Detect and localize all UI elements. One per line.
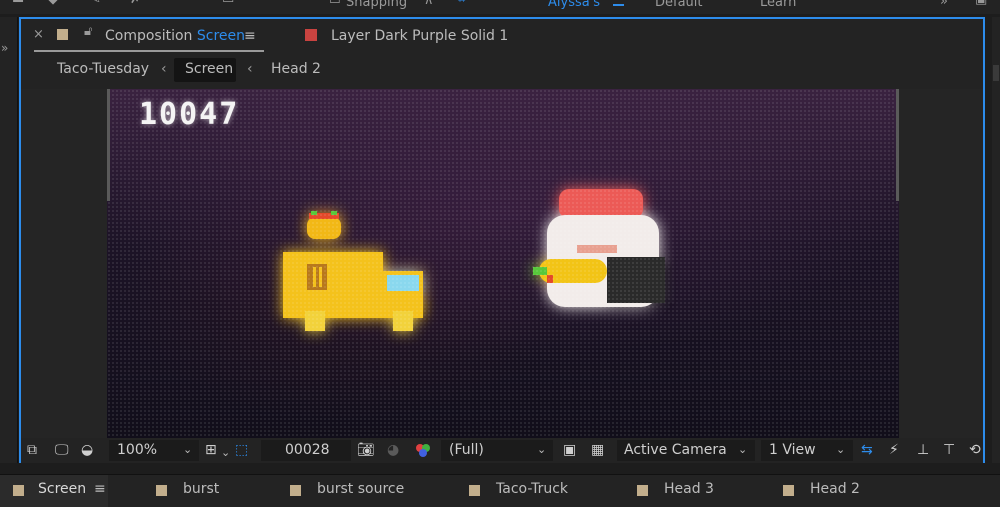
breadcrumb-screen[interactable]: Screen xyxy=(185,61,233,77)
workspace-alyssas[interactable]: Alyssa's xyxy=(548,0,600,10)
search-help-icon[interactable]: ▣ xyxy=(975,0,987,7)
rgb-channels-icon xyxy=(416,444,430,457)
timeline-tab-head-2[interactable]: Head 2 xyxy=(810,481,860,497)
chevron-down-icon: ⌄ xyxy=(836,443,846,456)
region-of-interest-icon[interactable]: ⬚ xyxy=(235,442,248,458)
timeline-tab-bar: Screen ≡ burst burst source Taco-Truck H… xyxy=(0,474,1000,507)
workspace-overflow-icon[interactable]: » xyxy=(940,0,948,9)
tab-color-swatch xyxy=(13,485,24,496)
composition-panel: × 🔓︎ Composition Screen ≡ Layer Dark Pur… xyxy=(19,17,985,463)
timeline-tab-burst-source[interactable]: burst source xyxy=(317,481,404,497)
right-panel-edge xyxy=(992,17,1000,463)
puppet-tool-icon[interactable]: ✎ xyxy=(90,0,101,7)
snapping-extra-icon[interactable]: ▭ xyxy=(222,0,234,7)
flowchart-icon[interactable]: ⊤ xyxy=(943,442,955,458)
hand-tool-icon[interactable]: ▬ xyxy=(12,0,24,7)
resolution-value: (Full) xyxy=(449,442,484,458)
tab-color-swatch xyxy=(469,485,480,496)
color-channels-icon[interactable] xyxy=(415,442,431,462)
chevron-down-icon: ⌄ xyxy=(183,443,193,456)
lock-icon[interactable]: 🔓︎ xyxy=(84,24,92,39)
camera-value: Active Camera xyxy=(624,442,727,458)
breadcrumb-separator: ‹ xyxy=(161,61,167,77)
mask-visibility-icon[interactable]: ◒ xyxy=(81,442,93,458)
comp-color-swatch xyxy=(57,29,68,40)
view-layout-value: 1 View xyxy=(769,442,816,458)
transparency-grid-icon[interactable]: ▦ xyxy=(591,442,604,458)
composition-stage[interactable]: 10047 xyxy=(107,89,899,438)
tab-color-swatch xyxy=(290,485,301,496)
close-tab-icon[interactable]: × xyxy=(33,27,44,42)
workspace-default[interactable]: Default xyxy=(655,0,703,10)
timeline-tab-head-3[interactable]: Head 3 xyxy=(664,481,714,497)
composition-tab-label[interactable]: Composition Screen xyxy=(105,28,245,44)
timeline-tab-taco-truck[interactable]: Taco-Truck xyxy=(496,481,568,497)
viewer-toolbar: ⧉ 🖵︎ ◒ 100% ⌄ ⊞ ⌄ ⬚ 00028 📷︎ ◕ (Full) ⌄ … xyxy=(21,438,983,463)
timeline-tab-burst[interactable]: burst xyxy=(183,481,219,497)
composition-viewer[interactable]: 10047 xyxy=(21,89,983,438)
stage-right-marker xyxy=(896,89,899,201)
chevron-down-icon: ⌄ xyxy=(221,446,231,459)
breadcrumb-taco-tuesday[interactable]: Taco-Tuesday xyxy=(57,61,149,77)
workspace-active-underline xyxy=(613,4,624,6)
panel-tab-row: × 🔓︎ Composition Screen ≡ Layer Dark Pur… xyxy=(21,19,983,55)
chevron-down-icon: ⌄ xyxy=(537,443,547,456)
timeline-menu-icon[interactable]: ≡ xyxy=(94,481,106,497)
snapping-checkbox[interactable]: ☐ xyxy=(329,0,341,7)
breadcrumb-head-2[interactable]: Head 2 xyxy=(271,61,321,77)
snapping-label: Snapping xyxy=(346,0,408,10)
right-scrollbar[interactable] xyxy=(993,65,999,81)
timeline-link-icon[interactable]: ⊥ xyxy=(917,442,929,458)
taco-truck-sprite xyxy=(283,211,423,331)
left-panel-edge: » xyxy=(0,17,18,463)
stage-left-marker xyxy=(107,89,110,201)
head-sprite xyxy=(533,189,665,307)
active-tab-underline xyxy=(34,50,264,52)
layer-color-swatch xyxy=(305,29,317,41)
scene-artwork xyxy=(283,189,665,331)
grid-guides-icon[interactable]: ⊞ xyxy=(205,442,217,458)
snap-toggle-icon[interactable]: ∧ xyxy=(424,0,434,8)
chevron-down-icon: ⌄ xyxy=(738,443,748,456)
reset-exposure-icon[interactable]: ⟲ xyxy=(969,442,981,458)
pixel-aspect-icon[interactable]: ⇆ xyxy=(861,442,873,458)
layer-tab-label[interactable]: Layer Dark Purple Solid 1 xyxy=(331,28,508,44)
breadcrumb-separator: ‹ xyxy=(247,61,253,77)
panel-menu-icon[interactable]: ≡ xyxy=(244,28,256,44)
composition-name: Screen xyxy=(196,28,246,44)
always-preview-icon[interactable]: ⧉ xyxy=(27,442,37,458)
fast-preview-icon[interactable]: ▣ xyxy=(563,442,576,458)
tab-color-swatch xyxy=(637,485,648,496)
snapshot-camera-icon[interactable]: 📷︎ xyxy=(357,442,375,458)
monitor-icon[interactable]: 🖵︎ xyxy=(55,442,69,458)
tab-color-swatch xyxy=(783,485,794,496)
tab-color-swatch xyxy=(156,485,167,496)
composition-prefix: Composition xyxy=(105,28,193,44)
breadcrumb: Taco-Tuesday ‹ Screen ‹ Head 2 xyxy=(21,55,983,89)
workspace-learn[interactable]: Learn xyxy=(760,0,796,10)
snap-align-icon[interactable]: ⌗ xyxy=(458,0,465,7)
fast-preview-toggle-icon[interactable]: ⚡︎ xyxy=(889,442,899,458)
show-snapshot-icon[interactable]: ◕ xyxy=(387,442,399,458)
expand-left-icon[interactable]: » xyxy=(1,41,8,55)
eraser-tool-icon[interactable]: ◆ xyxy=(48,0,58,7)
top-toolbar: ▬ ◆ ✎ ✗ ▭ ☐ Snapping ∧ ⌗ Alyssa's Defaul… xyxy=(0,0,1000,14)
timecode-value: 00028 xyxy=(285,442,330,458)
pin-tool-icon[interactable]: ✗ xyxy=(130,0,141,7)
zoom-value: 100% xyxy=(117,442,158,458)
timeline-tab-screen[interactable]: Screen xyxy=(38,481,86,497)
